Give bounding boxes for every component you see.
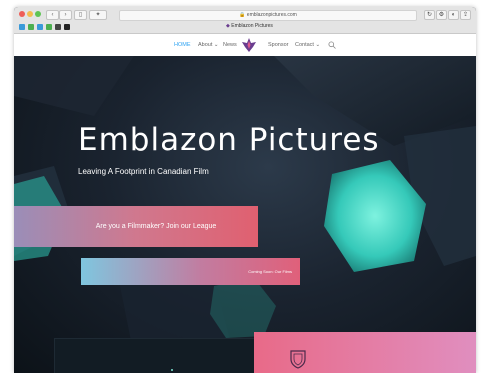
- feature-card-dark: [54, 338, 256, 373]
- dot-icon: [171, 369, 173, 371]
- forward-icon[interactable]: ›: [59, 10, 72, 20]
- tab-title-text: Emblazon Pictures: [231, 23, 273, 29]
- coming-soon-button[interactable]: Coming Soon: Our Films: [81, 258, 300, 285]
- emblazon-crest-logo[interactable]: [241, 37, 257, 53]
- address-bar[interactable]: 🔒 emblazonpictures.com: [119, 10, 417, 21]
- bookmark-icon[interactable]: [37, 24, 43, 30]
- settings-icon[interactable]: ⚙: [436, 10, 447, 20]
- nav-about[interactable]: About ⌄: [198, 42, 219, 48]
- nav-sponsor[interactable]: Sponsor: [268, 42, 289, 48]
- nav-contact[interactable]: Contact ⌄: [295, 42, 320, 48]
- hero-title: Emblazon Pictures: [78, 122, 380, 158]
- share-icon[interactable]: ⇪: [460, 10, 471, 20]
- coming-soon-label: Coming Soon: Our Films: [248, 269, 292, 274]
- search-icon[interactable]: [328, 41, 336, 49]
- bookmarks-bar: ◆ Emblazon Pictures: [14, 22, 476, 33]
- bookmark-icon[interactable]: [55, 24, 61, 30]
- site-header: HOME About ⌄ News Sponsor Contact ⌄: [14, 34, 476, 56]
- minimize-window-icon[interactable]: [27, 11, 33, 17]
- nav-home[interactable]: HOME: [174, 42, 191, 48]
- nav-news[interactable]: News: [223, 42, 237, 48]
- url-text: emblazonpictures.com: [246, 12, 297, 18]
- bookmark-icon[interactable]: [46, 24, 52, 30]
- join-league-button[interactable]: Are you a Filmmaker? Join our League: [14, 206, 258, 247]
- favicon-icon: ◆: [226, 23, 230, 29]
- bookmark-icon[interactable]: [19, 24, 25, 30]
- shield-crest-icon: [290, 350, 306, 369]
- join-league-label: Are you a Filmmaker? Join our League: [95, 223, 217, 230]
- hero-section: Emblazon Pictures Leaving A Footprint in…: [14, 56, 476, 373]
- sidebar-icon[interactable]: ▯: [74, 10, 87, 20]
- browser-window: ‹ › ▯ ✦ 🔒 emblazonpictures.com ↻ ⚙ ◐ ⇪ ◆…: [14, 7, 476, 373]
- bookmark-icon[interactable]: [28, 24, 34, 30]
- feature-card-pink: [254, 332, 476, 373]
- reload-icon[interactable]: ↻: [424, 10, 435, 20]
- browser-toolbar: ‹ › ▯ ✦ 🔒 emblazonpictures.com ↻ ⚙ ◐ ⇪ ◆…: [14, 7, 476, 34]
- extensions-icon[interactable]: ✦: [89, 10, 107, 20]
- info-icon[interactable]: ◐: [448, 10, 459, 20]
- bookmark-icon[interactable]: [64, 24, 70, 30]
- close-window-icon[interactable]: [19, 11, 25, 17]
- tab-title[interactable]: ◆ Emblazon Pictures: [226, 23, 273, 29]
- zoom-window-icon[interactable]: [35, 11, 41, 17]
- lock-icon: 🔒: [239, 12, 246, 18]
- hero-subtitle: Leaving A Footprint in Canadian Film: [78, 167, 209, 176]
- back-icon[interactable]: ‹: [46, 10, 59, 20]
